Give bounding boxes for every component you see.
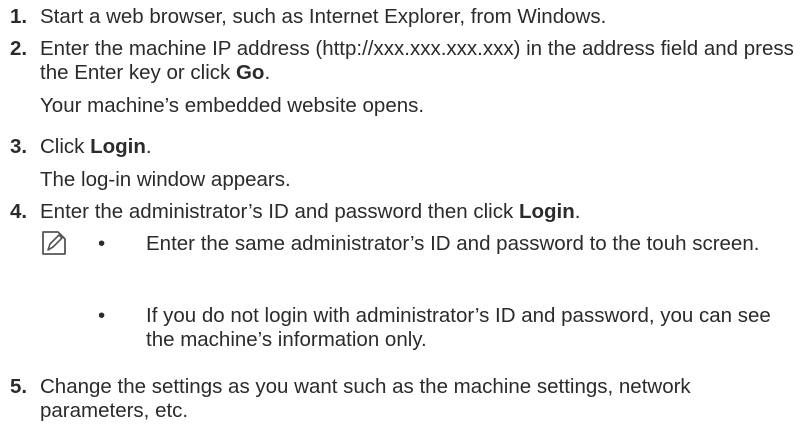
step-number: 3.: [10, 135, 28, 158]
step-number: 5.: [10, 375, 28, 398]
step-number: 2.: [10, 37, 28, 60]
note-pencil-icon: [42, 231, 66, 255]
step-number: 4.: [10, 200, 28, 223]
step-result: Your machine’s embedded website opens.: [40, 94, 425, 117]
step-3: 3. Click Login. The log-in window appear…: [10, 135, 800, 192]
step-text: Change the settings as you want such as …: [40, 375, 691, 422]
step-1: 1. Start a web browser, such as Internet…: [10, 5, 800, 29]
login-label: Login: [90, 135, 146, 158]
note-bullet-2: • If you do not login with administrator…: [98, 304, 798, 352]
step-2: 2. Enter the machine IP address (http://…: [10, 37, 800, 118]
step-number: 1.: [10, 5, 28, 28]
step-text-part: .: [145, 135, 152, 158]
step-text: Enter the administrator’s ID and passwor…: [40, 200, 800, 224]
step-text-part: Enter the administrator’s ID and passwor…: [40, 200, 519, 223]
step-4: 4. Enter the administrator’s ID and pass…: [10, 200, 800, 224]
bullet-marker: •: [98, 232, 106, 255]
step-text-part: Enter the machine IP address (http://xxx…: [40, 37, 794, 84]
step-text-part: .: [574, 200, 581, 223]
step-text-part: Click: [40, 135, 91, 158]
step-text: Enter the machine IP address (http://xxx…: [40, 37, 800, 85]
login-label: Login: [518, 200, 575, 223]
note-text: Enter the same administrator’s ID and pa…: [146, 232, 760, 255]
go-label: Go: [235, 61, 265, 84]
step-text: Click Login.: [40, 135, 800, 159]
note-text: If you do not login with administrator’s…: [146, 304, 771, 351]
step-result: The log-in window appears.: [40, 168, 291, 191]
step-5: 5. Change the settings as you want such …: [10, 375, 800, 423]
step-text: Start a web browser, such as Internet Ex…: [40, 5, 607, 28]
note-bullet-1: • Enter the same administrator’s ID and …: [98, 232, 798, 256]
bullet-marker: •: [98, 304, 106, 327]
instruction-list: 1. Start a web browser, such as Internet…: [0, 0, 808, 426]
step-text-part: .: [264, 61, 271, 84]
